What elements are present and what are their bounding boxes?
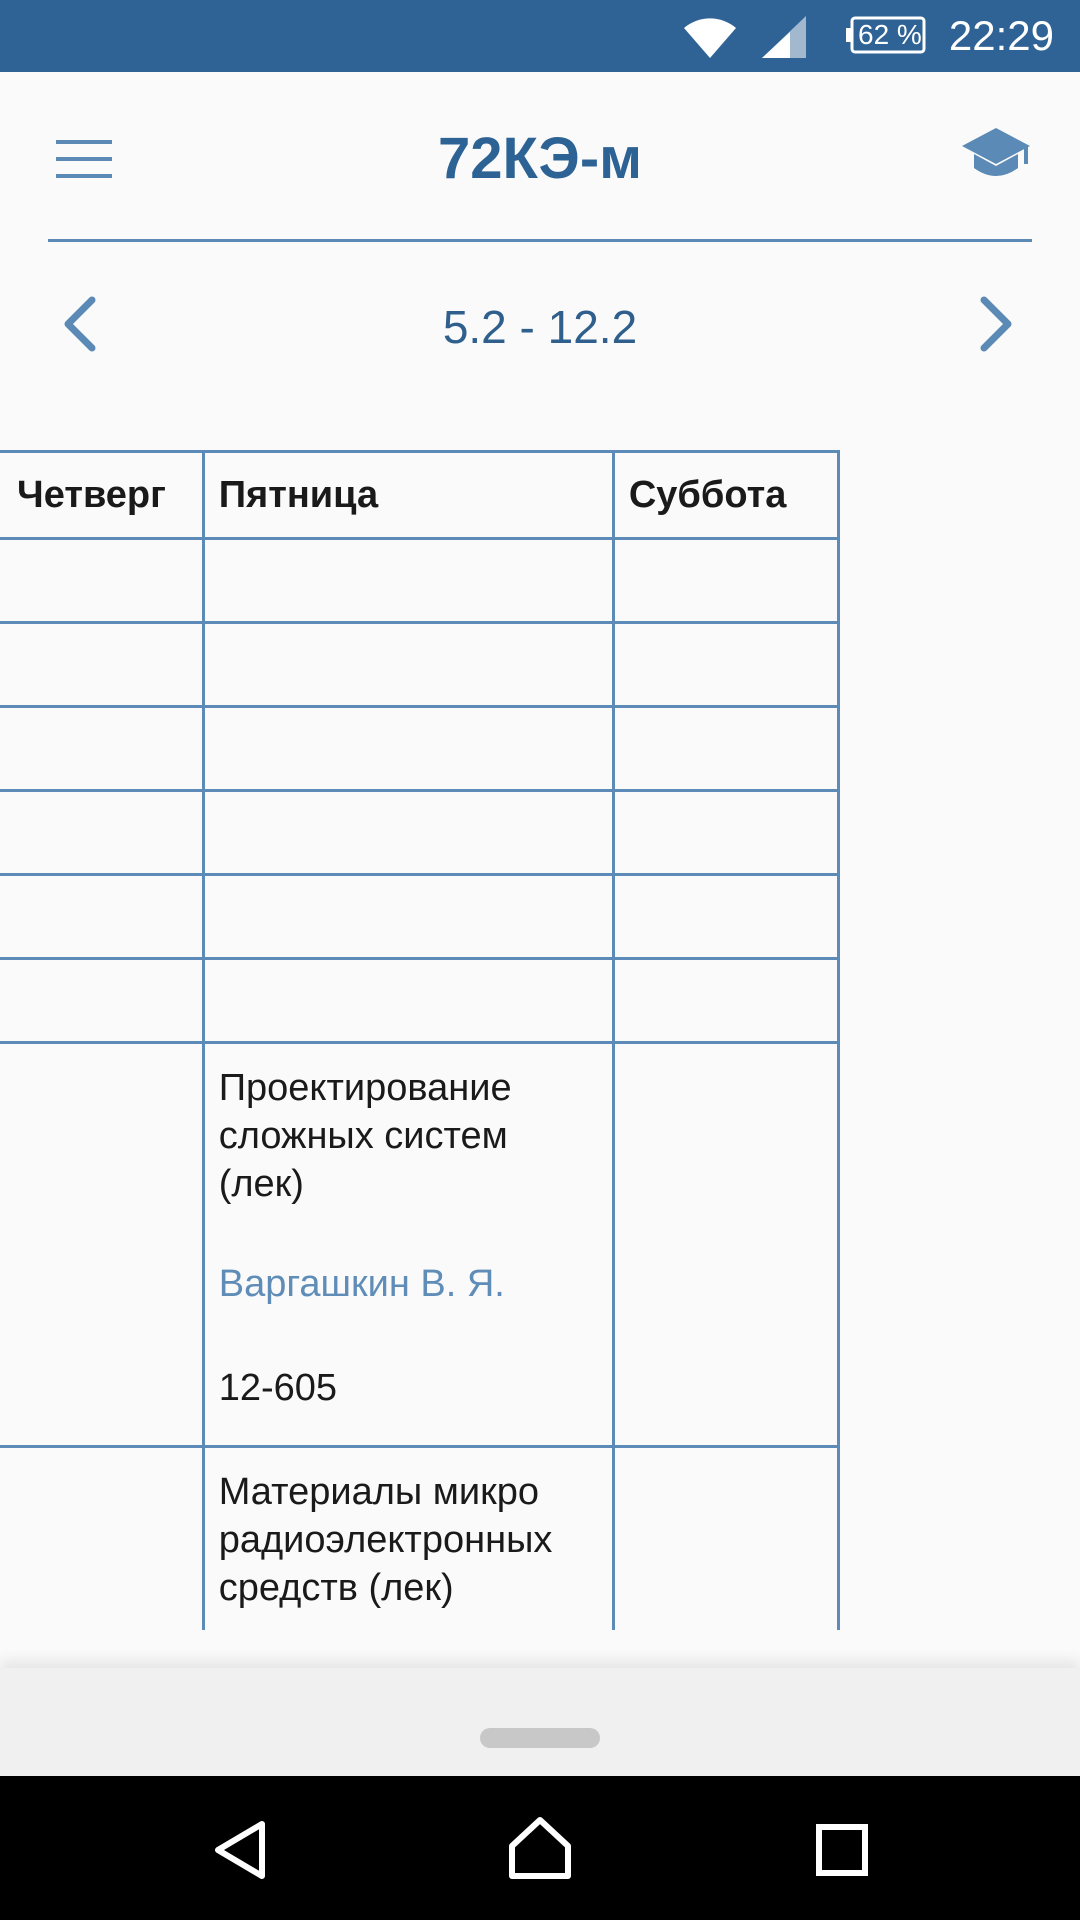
table-cell[interactable] [611,537,841,624]
table-cell[interactable] [201,537,615,624]
lesson-room: 12-605 [218,1367,338,1409]
column-header-saturday: Суббота [611,450,841,540]
table-row [0,537,841,624]
table-cell[interactable] [0,789,205,876]
table-cell[interactable] [611,1445,841,1630]
table-row [0,621,841,708]
home-icon[interactable] [508,1816,572,1880]
table-row [0,873,841,960]
column-header-friday: Пятница [201,450,615,540]
table-header-row: Четверг Пятница Суббота [0,450,841,540]
table-cell[interactable] [611,789,841,876]
week-range: 5.2 - 12.2 [442,301,638,353]
lesson-subject: Материалы микро радиоэлектронных средств… [218,1471,553,1609]
table-cell[interactable] [0,537,205,624]
schedule-grid[interactable]: Четверг Пятница Суббота Проектирование с… [0,450,1080,1630]
table-cell[interactable] [201,873,615,960]
table-cell[interactable] [201,789,615,876]
system-navigation-bar [0,1776,1080,1920]
status-bar: 62 % 22:29 [0,0,1080,72]
app-bar: 72КЭ-м [0,72,1080,242]
table-row [0,705,841,792]
table-cell[interactable] [0,873,205,960]
table-row [0,957,841,1044]
table-cell[interactable] [201,705,615,792]
table-row: Проектирование сложных систем (лек) Варг… [0,1041,841,1448]
table-cell[interactable] [201,957,615,1044]
wifi-icon [684,18,736,58]
lesson-subject: Проектирование сложных систем (лек) [218,1067,512,1205]
chevron-right-icon[interactable] [976,294,1016,354]
table-cell[interactable] [0,1445,205,1630]
table-cell[interactable] [611,621,841,708]
back-triangle-icon[interactable] [212,1820,268,1880]
table-cell[interactable] [0,957,205,1044]
table-cell[interactable] [611,1041,841,1448]
clock: 22:29 [948,12,1054,59]
table-cell[interactable] [611,705,841,792]
schedule-table: Четверг Пятница Суббота Проектирование с… [0,450,841,1630]
column-header-thursday: Четверг [0,450,205,540]
lesson-teacher[interactable]: Варгашкин В. Я. [219,1260,598,1308]
table-row: Материалы микро радиоэлектронных средств… [0,1445,841,1630]
table-cell[interactable] [201,621,615,708]
recents-square-icon[interactable] [816,1824,868,1876]
lesson-cell[interactable]: Материалы микро радиоэлектронных средств… [201,1445,615,1630]
signal-icon [762,16,806,58]
lesson-cell[interactable]: Проектирование сложных систем (лек) Варг… [201,1041,615,1448]
week-navigation: 5.2 - 12.2 [0,280,1080,370]
graduation-cap-icon[interactable] [960,126,1032,186]
header-divider [48,239,1032,242]
battery-percent: 62 % [858,19,922,50]
bottom-sheet [0,1668,1080,1776]
table-row [0,789,841,876]
table-cell[interactable] [611,957,841,1044]
table-cell[interactable] [0,705,205,792]
table-cell[interactable] [611,873,841,960]
table-cell[interactable] [0,1041,205,1448]
page-title: 72КЭ-м [437,126,643,191]
table-cell[interactable] [0,621,205,708]
bottom-sheet-handle[interactable] [480,1728,600,1748]
